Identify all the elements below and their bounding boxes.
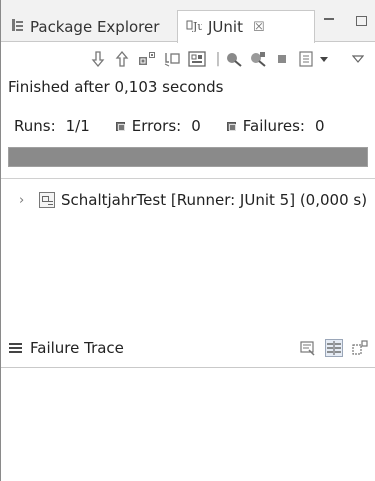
test-counters: Runs: 1/1 Errors: 0 Failures: 0 [14,117,351,135]
tab-package-explorer-label: Package Explorer [30,17,160,36]
runs-value: 1/1 [65,117,90,135]
tab-junit-label: JUnit [208,18,243,36]
window-controls [322,14,368,28]
show-skipped-icon[interactable] [188,50,206,68]
scroll-lock-icon[interactable] [163,50,181,68]
test-run-history-icon[interactable] [297,50,315,68]
rerun-icon[interactable] [225,50,243,68]
compare-results-icon[interactable] [325,339,343,357]
history-dropdown-icon[interactable] [315,50,333,68]
runs-label: Runs: [14,117,56,135]
divider [1,178,375,179]
stop-icon[interactable] [273,50,291,68]
failure-trace-content [1,368,375,481]
minimize-button[interactable] [322,14,336,28]
package-explorer-icon [11,18,24,36]
errors-value: 0 [191,117,201,135]
test-progress-bar [8,147,368,167]
failure-trace-icon [9,341,22,355]
show-failures-only-icon[interactable] [138,50,156,68]
test-tree-item-label: SchaltjahrTest [Runner: JUnit 5] (0,000 … [61,191,368,209]
filter-stack-trace-icon[interactable] [299,339,317,357]
errors-label: Errors: [131,117,182,135]
maximize-button[interactable] [354,14,368,28]
next-failure-icon[interactable] [89,50,107,68]
test-run-status: Finished after 0,103 seconds [8,78,224,96]
svg-text:Ju: Ju [192,20,202,32]
chevron-right-icon[interactable]: › [19,193,31,208]
failures-label: Failures: [242,117,305,135]
maximize-icon [355,16,367,26]
test-tree-item[interactable]: › SchaltjahrTest [Runner: JUnit 5] (0,00… [19,190,367,210]
failures-icon [226,121,236,131]
junit-toolbar: | [1,47,375,73]
failures-value: 0 [315,117,325,135]
tab-junit[interactable]: Ju JUnit ☒ [177,10,315,43]
previous-failure-icon[interactable] [113,50,131,68]
tab-package-explorer[interactable]: Package Explorer [11,11,159,42]
view-menu-icon[interactable] [349,50,367,68]
copy-trace-icon[interactable] [351,339,369,357]
test-suite-icon [39,192,55,208]
view-tab-bar: Package Explorer Ju JUnit ☒ [1,0,375,43]
errors-icon [115,121,125,131]
test-progress-fill [9,148,367,166]
close-icon[interactable]: ☒ [253,20,265,35]
failure-trace-toolbar [299,339,369,357]
failure-trace-title: Failure Trace [30,339,124,357]
rerun-failed-first-icon[interactable] [249,50,267,68]
minimize-icon [324,18,334,20]
junit-icon: Ju [186,18,205,36]
junit-view-frame: Package Explorer Ju JUnit ☒ | Finished a… [0,0,375,481]
failure-trace-header: Failure Trace [9,337,371,359]
